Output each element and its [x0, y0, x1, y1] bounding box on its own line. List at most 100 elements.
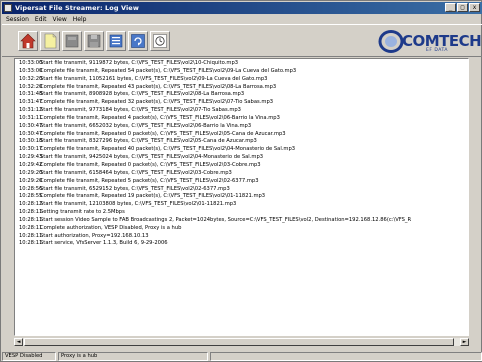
log-entry: 10:29:43 Start file transmit, 9425024 byt…: [19, 154, 464, 162]
log-message: Start file transmit, 9425024 bytes, C:\V…: [40, 154, 264, 161]
log-time: 10:28:56: [19, 185, 43, 192]
log-message: Complete authorization, VESP Disabled, P…: [40, 224, 182, 231]
log-message: Start file transmit, 8908928 bytes, C:\V…: [40, 91, 245, 98]
window-controls: _ □ x: [445, 3, 480, 12]
app-icon: [4, 4, 12, 12]
log-message: Start session Video Sample to FAB Broadc…: [40, 216, 412, 223]
log-entry: 10:33:00 Start file transmit, 9119872 byt…: [19, 60, 464, 68]
log-message: Setting transmit rate to 2.5Mbps: [40, 209, 125, 216]
status-proxy: Proxy is a hub: [58, 352, 208, 361]
log-message: Start file transmit, 6529152 bytes, C:\V…: [40, 185, 230, 192]
log-message: Complete file transmit, Repeated 19 pack…: [40, 193, 266, 200]
menu-bar: Session Edit View Help: [2, 14, 482, 24]
log-entry: 10:30:47 Start file transmit, 6652032 byt…: [19, 123, 464, 131]
log-message: Complete file transmit, Repeated 5 packe…: [40, 177, 259, 184]
refresh-icon: [131, 34, 145, 48]
log-time: 10:30:47: [19, 122, 43, 129]
log-entry: 10:29:20 Start file transmit, 6158464 byt…: [19, 170, 464, 178]
new-button[interactable]: [40, 31, 60, 51]
log-entry: 10:28:11 Start session Video Sample to FA…: [19, 217, 464, 225]
log-time: 10:31:11: [19, 114, 43, 121]
menu-view[interactable]: View: [53, 16, 67, 23]
menu-edit[interactable]: Edit: [35, 16, 47, 23]
log-message: Complete file transmit, Repeated 0 packe…: [40, 161, 261, 168]
log-time: 10:30:18: [19, 138, 43, 145]
log-entry: 10:28:11 Start service, VfsServer 1.1.3, …: [19, 240, 464, 248]
log-time: 10:30:17: [19, 146, 43, 153]
save-button[interactable]: [84, 31, 104, 51]
log-view[interactable]: 10:33:00 Start file transmit, 9119872 byt…: [14, 58, 469, 336]
log-message: Start file transmit, 12103808 bytes, C:\…: [40, 201, 237, 208]
log-entry: 10:30:18 Start file transmit, 8327296 byt…: [19, 138, 464, 146]
log-message: Complete file transmit, Repeated 40 pack…: [40, 146, 296, 153]
log-time: 10:28:11: [19, 240, 43, 247]
log-entry: 10:28:11 Start authorization, Proxy=192.1…: [19, 233, 464, 241]
status-bar: VESP Disabled Proxy is a hub: [2, 351, 482, 362]
log-entry: 10:28:11 Complete authorization, VESP Dis…: [19, 225, 464, 233]
close-button[interactable]: x: [469, 3, 480, 12]
log-entry: 10:31:48 Start file transmit, 8908928 byt…: [19, 91, 464, 99]
open-icon: [65, 34, 79, 48]
status-vesp: VESP Disabled: [2, 352, 56, 361]
log-time: 10:32:20: [19, 83, 43, 90]
log-view-button[interactable]: [106, 31, 126, 51]
log-time: 10:28:11: [19, 216, 43, 223]
log-message: Start file transmit, 9119872 bytes, C:\V…: [40, 60, 239, 66]
refresh-button[interactable]: [128, 31, 148, 51]
log-message: Start authorization, Proxy=192.168.10.13: [40, 232, 149, 239]
log-time: 10:31:48: [19, 91, 43, 98]
schedule-button[interactable]: [150, 31, 170, 51]
log-entry: 10:28:56 Start file transmit, 6529152 byt…: [19, 186, 464, 194]
log-time: 10:28:12: [19, 201, 43, 208]
log-time: 10:29:42: [19, 161, 43, 168]
menu-session[interactable]: Session: [6, 16, 29, 23]
log-time: 10:29:43: [19, 154, 43, 161]
scroll-right-arrow[interactable]: ►: [460, 338, 469, 346]
scroll-thumb[interactable]: [24, 338, 454, 346]
home-button[interactable]: [18, 31, 38, 51]
log-time: 10:28:55: [19, 193, 43, 200]
app-window: Vipersat File Streamer: Log View _ □ x S…: [0, 0, 482, 362]
log-list: 10:33:00 Start file transmit, 9119872 byt…: [19, 60, 464, 248]
log-entry: 10:28:12 Start file transmit, 12103808 by…: [19, 201, 464, 209]
log-message: Start file transmit, 6652032 bytes, C:\V…: [40, 122, 252, 129]
save-icon: [87, 34, 101, 48]
log-time: 10:30:47: [19, 130, 43, 137]
menu-help[interactable]: Help: [73, 16, 87, 23]
log-entry: 10:32:20 Complete file transmit, Repeated…: [19, 84, 464, 92]
scroll-left-arrow[interactable]: ◄: [14, 338, 23, 346]
window-title: Vipersat File Streamer: Log View: [15, 4, 139, 12]
log-time: 10:31:12: [19, 107, 43, 114]
log-entry: 10:31:47 Complete file transmit, Repeated…: [19, 99, 464, 107]
open-button[interactable]: [62, 31, 82, 51]
title-bar[interactable]: Vipersat File Streamer: Log View _ □ x: [2, 2, 482, 14]
log-message: Start file transmit, 11052161 bytes, C:\…: [40, 75, 268, 82]
logo-subtext: EF DATA: [426, 48, 448, 53]
log-entry: 10:31:12 Start file transmit, 9773184 byt…: [19, 107, 464, 115]
log-message: Complete file transmit, Repeated 43 pack…: [40, 83, 277, 90]
comtech-logo: COMTECH EF DATA: [378, 29, 482, 54]
maximize-button[interactable]: □: [457, 3, 468, 12]
log-time: 10:28:11: [19, 232, 43, 239]
log-time: 10:28:11: [19, 209, 43, 216]
log-entry: 10:28:55 Complete file transmit, Repeated…: [19, 193, 464, 201]
log-view-icon: [109, 34, 123, 48]
log-message: Complete file transmit, Repeated 54 pack…: [40, 67, 297, 74]
home-icon: [20, 33, 36, 49]
log-message: Complete file transmit, Repeated 32 pack…: [40, 99, 274, 106]
log-entry: 10:30:47 Complete file transmit, Repeated…: [19, 131, 464, 139]
clock-icon: [153, 34, 167, 48]
horizontal-scrollbar[interactable]: ◄ ►: [14, 337, 469, 346]
log-time: 10:29:20: [19, 177, 43, 184]
status-empty: [210, 352, 482, 361]
log-message: Start service, VfsServer 1.1.3, Build 6,…: [40, 240, 168, 247]
log-message: Start file transmit, 8327296 bytes, C:\V…: [40, 138, 257, 145]
new-document-icon: [44, 33, 57, 49]
log-time: 10:29:20: [19, 169, 43, 176]
log-entry: 10:32:20 Start file transmit, 11052161 by…: [19, 76, 464, 84]
log-message: Complete file transmit, Repeated 4 packe…: [40, 114, 280, 121]
log-time: 10:33:00: [19, 67, 43, 74]
logo-swoosh-icon: [378, 30, 404, 53]
minimize-button[interactable]: _: [445, 3, 456, 12]
log-time: 10:31:47: [19, 99, 43, 106]
